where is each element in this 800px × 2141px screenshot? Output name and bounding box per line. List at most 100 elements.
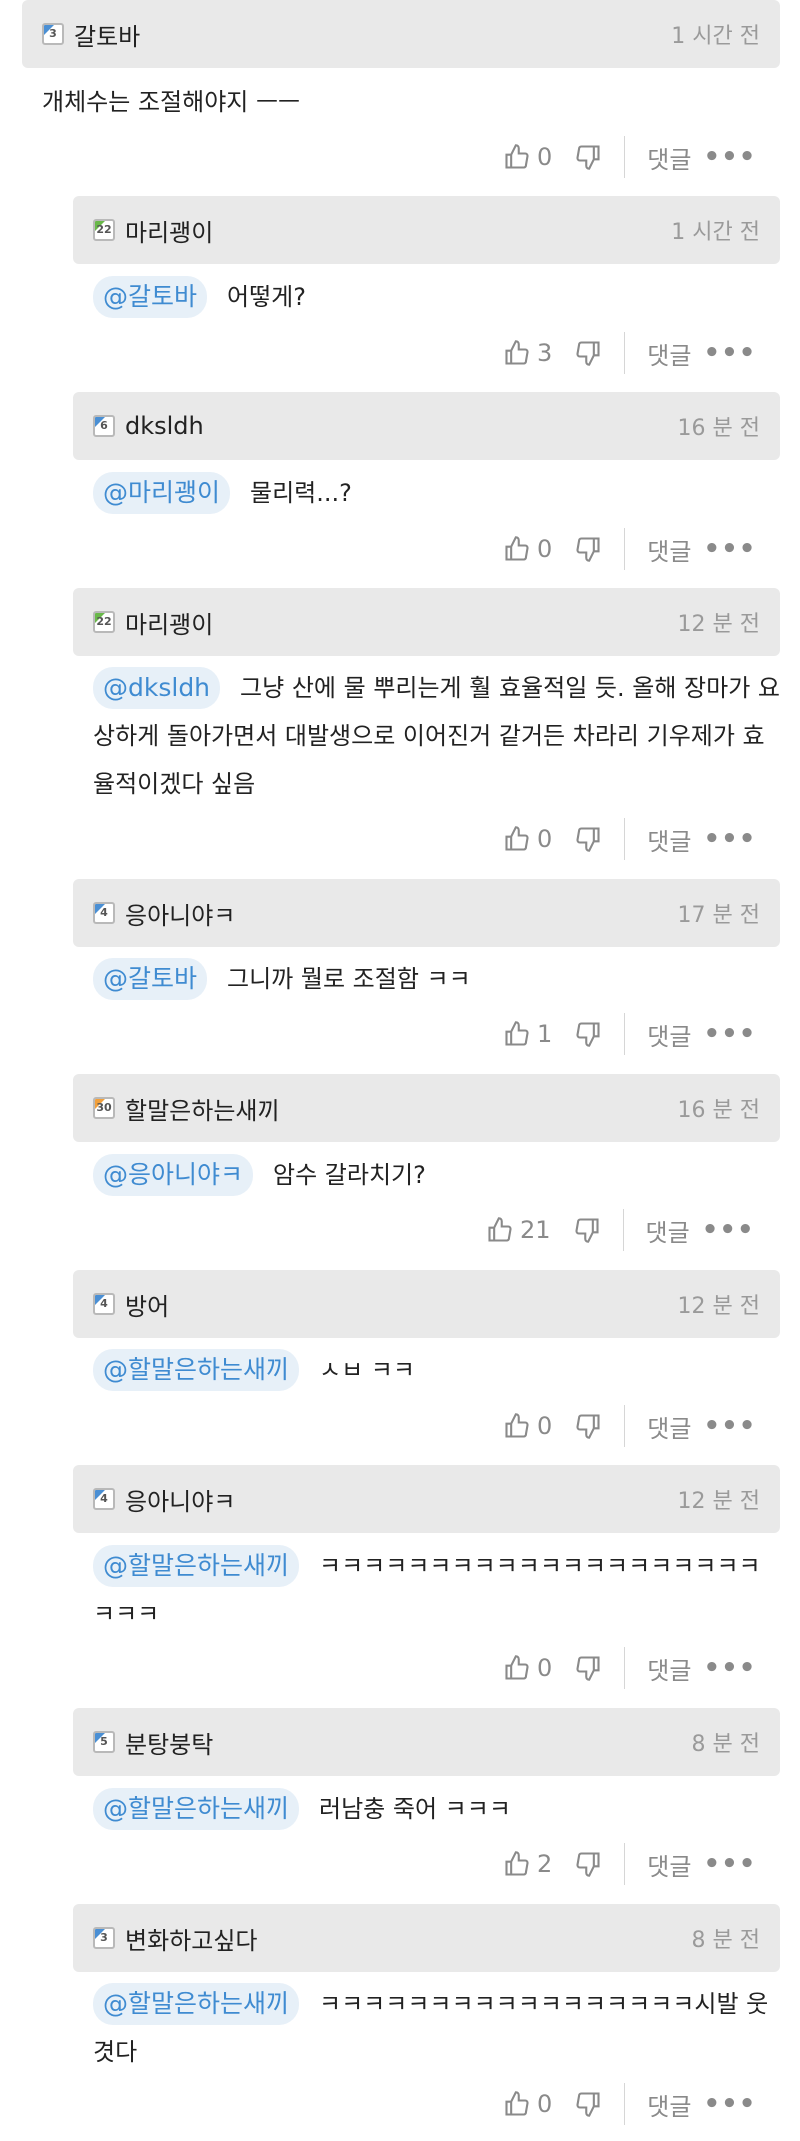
- reply-header: 22 마리괭이 12 분 전: [73, 588, 780, 656]
- reply-actions: 0 댓글 •••: [503, 817, 756, 861]
- mention-tag[interactable]: @갈토바: [93, 276, 208, 318]
- like-count: 0: [537, 143, 553, 171]
- username[interactable]: 마리괭이: [125, 605, 213, 640]
- more-options-icon[interactable]: •••: [703, 338, 756, 368]
- level-badge-icon: 3: [42, 23, 64, 45]
- reply-text: @할말은하는새끼 러남충 죽어 ㅋㅋㅋ: [93, 1785, 763, 1833]
- more-options-icon[interactable]: •••: [703, 1411, 756, 1441]
- more-options-icon[interactable]: •••: [703, 1849, 756, 1879]
- thumbs-down-icon: [576, 145, 600, 170]
- level-badge-icon: 4: [93, 1293, 115, 1315]
- like-count: 2: [537, 1850, 553, 1878]
- mention-tag[interactable]: @할말은하는새끼: [93, 1349, 300, 1391]
- username[interactable]: dksldh: [125, 412, 204, 440]
- username[interactable]: 응아니야ㅋ: [125, 896, 235, 931]
- username[interactable]: 응아니야ㅋ: [125, 1482, 235, 1517]
- level-badge-icon: 6: [93, 415, 115, 437]
- like-count: 0: [537, 1412, 553, 1440]
- thumbs-down-icon: [576, 827, 600, 852]
- reply-header: 30 할말은하는새끼 16 분 전: [73, 1074, 780, 1142]
- mention-tag[interactable]: @마리괭이: [93, 472, 231, 514]
- like-button[interactable]: [503, 1412, 531, 1440]
- thumbs-up-icon: [505, 1413, 529, 1438]
- username[interactable]: 분탕붕탁: [125, 1725, 213, 1760]
- reply-header: 4 응아니야ㅋ 17 분 전: [73, 879, 780, 947]
- like-button[interactable]: [503, 2090, 531, 2118]
- username[interactable]: 변화하고싶다: [125, 1921, 257, 1956]
- like-button[interactable]: [503, 1850, 531, 1878]
- thumbs-up-icon: [505, 536, 529, 561]
- like-count: 21: [520, 1216, 551, 1244]
- like-button[interactable]: [503, 339, 531, 367]
- more-options-icon[interactable]: •••: [703, 824, 756, 854]
- reply-button[interactable]: 댓글: [647, 822, 691, 857]
- dislike-button[interactable]: [574, 1412, 602, 1440]
- thumbs-up-icon: [505, 1655, 529, 1680]
- mention-tag[interactable]: @할말은하는새끼: [93, 1788, 300, 1830]
- reply-actions: 0 댓글 •••: [503, 527, 756, 571]
- timestamp: 8 분 전: [691, 1732, 760, 1757]
- more-options-icon[interactable]: •••: [702, 1215, 755, 1245]
- comment-text: 개체수는 조절해야지 ㅡㅡ: [42, 88, 301, 116]
- mention-tag[interactable]: @응아니야ㅋ: [93, 1154, 254, 1196]
- more-options-icon[interactable]: •••: [703, 1653, 756, 1683]
- mention-tag[interactable]: @할말은하는새끼: [93, 1983, 300, 2025]
- reply-button[interactable]: 댓글: [647, 1409, 691, 1444]
- reply-button[interactable]: 댓글: [646, 1213, 690, 1248]
- like-button[interactable]: [503, 1654, 531, 1682]
- reply-button[interactable]: 댓글: [647, 1017, 691, 1052]
- like-button[interactable]: [503, 143, 531, 171]
- reply-button[interactable]: 댓글: [647, 140, 691, 175]
- username[interactable]: 방어: [125, 1287, 169, 1322]
- dislike-button[interactable]: [574, 1850, 602, 1878]
- reply-text: @갈토바 어떻게?: [93, 273, 763, 321]
- divider: [624, 2083, 626, 2125]
- dislike-button[interactable]: [574, 825, 602, 853]
- reply-button[interactable]: 댓글: [647, 2087, 691, 2122]
- username[interactable]: 갈토바: [74, 17, 140, 52]
- reply-header: 3 변화하고싶다 8 분 전: [73, 1904, 780, 1972]
- dislike-button[interactable]: [574, 535, 602, 563]
- thumbs-down-icon: [576, 1656, 600, 1681]
- username[interactable]: 할말은하는새끼: [125, 1091, 280, 1126]
- reply-button[interactable]: 댓글: [647, 1847, 691, 1882]
- divider: [624, 528, 626, 570]
- mention-tag[interactable]: @dksldh: [93, 667, 221, 709]
- reply-button[interactable]: 댓글: [647, 1651, 691, 1686]
- divider: [624, 1647, 626, 1689]
- thumbs-down-icon: [576, 341, 600, 366]
- reply-header: 5 분탕붕탁 8 분 전: [73, 1708, 780, 1776]
- dislike-button[interactable]: [574, 1654, 602, 1682]
- like-button[interactable]: [503, 535, 531, 563]
- reply-actions: 2 댓글 •••: [503, 1842, 756, 1886]
- divider: [624, 1405, 626, 1447]
- username[interactable]: 마리괭이: [125, 213, 213, 248]
- level-badge-icon: 22: [93, 611, 115, 633]
- dislike-button[interactable]: [573, 1216, 601, 1244]
- dislike-button[interactable]: [574, 2090, 602, 2118]
- like-count: 0: [537, 825, 553, 853]
- timestamp: 1 시간 전: [671, 24, 760, 49]
- reply-actions: 3 댓글 •••: [503, 331, 756, 375]
- reply-button[interactable]: 댓글: [647, 532, 691, 567]
- like-button[interactable]: [503, 825, 531, 853]
- more-options-icon[interactable]: •••: [703, 142, 756, 172]
- more-options-icon[interactable]: •••: [703, 1019, 756, 1049]
- like-count: 0: [537, 535, 553, 563]
- like-button[interactable]: [503, 1020, 531, 1048]
- reply-text: @할말은하는새끼 ㅅㅂ ㅋㅋ: [93, 1346, 763, 1394]
- reply-button[interactable]: 댓글: [647, 336, 691, 371]
- reply-text: @할말은하는새끼 ㅋㅋㅋㅋㅋㅋㅋㅋㅋㅋㅋㅋㅋㅋㅋㅋㅋㅋㅋㅋㅋㅋㅋ: [93, 1542, 773, 1638]
- more-options-icon[interactable]: •••: [703, 2089, 756, 2119]
- dislike-button[interactable]: [574, 143, 602, 171]
- mention-tag[interactable]: @갈토바: [93, 958, 208, 1000]
- dislike-button[interactable]: [574, 1020, 602, 1048]
- mention-tag[interactable]: @할말은하는새끼: [93, 1545, 300, 1587]
- more-options-icon[interactable]: •••: [703, 534, 756, 564]
- thumbs-up-icon: [505, 1851, 529, 1876]
- divider: [624, 136, 626, 178]
- dislike-button[interactable]: [574, 339, 602, 367]
- like-button[interactable]: [486, 1216, 514, 1244]
- timestamp: 12 분 전: [677, 612, 760, 637]
- level-badge-icon: 5: [93, 1731, 115, 1753]
